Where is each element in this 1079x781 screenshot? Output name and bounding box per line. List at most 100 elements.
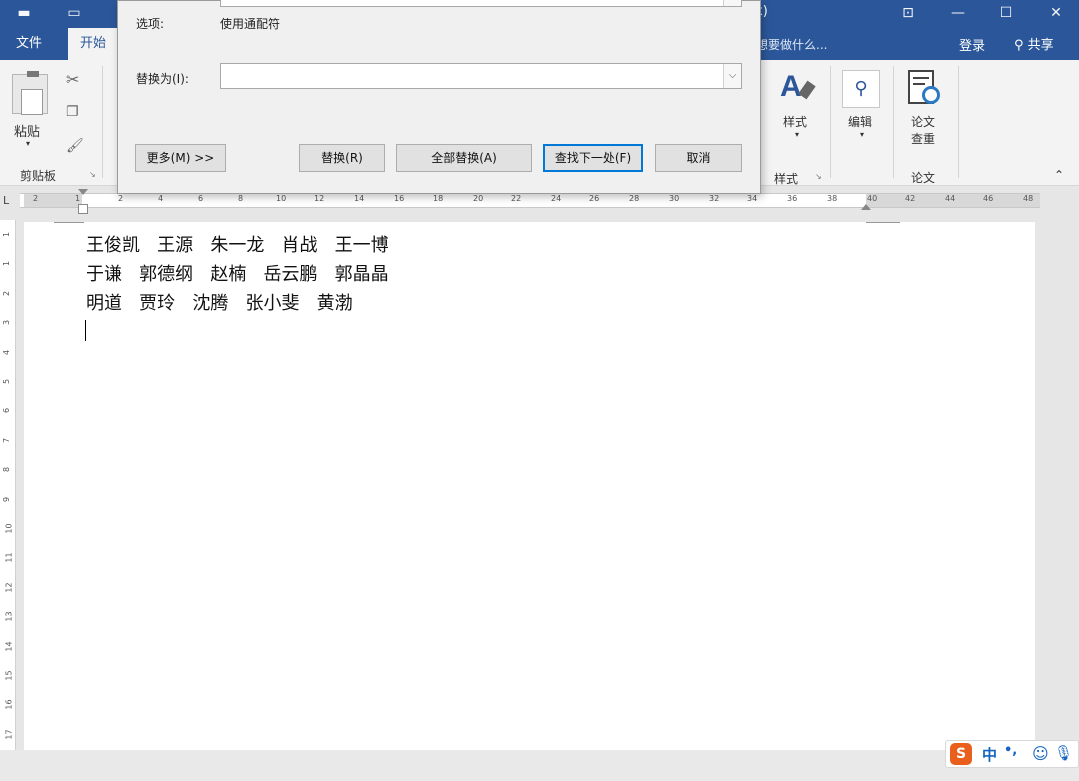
vruler-tick-label: 15: [4, 670, 14, 681]
paste-dropdown-icon[interactable]: ▾: [26, 139, 30, 148]
tell-me-box[interactable]: 想要做什么...: [756, 36, 827, 53]
ruler-tick-label: 20: [473, 194, 484, 203]
ruler-tick-label: 22: [511, 194, 522, 203]
styles-dropdown-icon[interactable]: ▾: [795, 130, 799, 139]
vruler-tick-label: 5: [2, 378, 12, 385]
replace-dropdown-icon[interactable]: ⌵: [723, 64, 741, 88]
format-painter-icon[interactable]: 🖌: [66, 138, 84, 154]
share-button[interactable]: ⚲ 共享: [1014, 34, 1054, 53]
vruler-tick-label: 9: [2, 496, 12, 502]
find-what-field[interactable]: [220, 0, 742, 7]
ruler-tick-label: 14: [354, 194, 365, 203]
open-icon[interactable]: ▭: [54, 0, 94, 26]
right-indent-marker[interactable]: [861, 204, 871, 210]
styles-button[interactable]: 样式: [783, 113, 807, 130]
edit-button[interactable]: 编辑: [848, 113, 872, 130]
margin-corner-mark: [866, 222, 900, 223]
ruler-tick-label: 48: [1023, 194, 1034, 203]
vruler-tick-label: 16: [4, 699, 14, 710]
group-separator: [958, 66, 959, 178]
ime-punct[interactable]: •,: [1004, 743, 1017, 758]
styles-launcher-icon[interactable]: ↘: [815, 172, 822, 181]
vruler-tick-label: 8: [2, 467, 12, 473]
search-icon[interactable]: ⚲: [842, 70, 880, 108]
vruler-tick-label: 13: [4, 611, 14, 622]
vruler-tick-label: 10: [4, 523, 14, 534]
vruler-tick-label: 1: [2, 231, 12, 238]
cut-icon[interactable]: ✂: [66, 70, 79, 89]
save-icon[interactable]: ▬: [4, 0, 44, 26]
group-separator: [102, 66, 103, 178]
share-label: 共享: [1027, 38, 1054, 53]
clipboard-launcher-icon[interactable]: ↘: [89, 170, 96, 179]
tab-home[interactable]: 开始: [68, 28, 119, 60]
emoji-icon[interactable]: ☺: [1032, 744, 1049, 763]
ruler-tick-label: 36: [787, 194, 798, 203]
ruler-tick-label: 26: [589, 194, 600, 203]
replace-all-button[interactable]: 全部替换(A): [396, 144, 532, 172]
ruler-tick-label: 44: [945, 194, 956, 203]
more-button[interactable]: 更多(M) >>: [135, 144, 226, 172]
vruler-tick-label: 1: [2, 261, 12, 267]
group-separator: [830, 66, 831, 178]
paper-check-icon[interactable]: [906, 70, 944, 110]
paper-check-label-1[interactable]: 论文: [911, 113, 935, 130]
text-cursor: [85, 320, 86, 341]
ruler-tick-label: 10: [276, 194, 287, 203]
options-label: 选项:: [136, 17, 165, 31]
clipboard-group-label: 剪贴板: [20, 169, 57, 183]
replace-dialog: 选项: 使用通配符 替换为(I): ⌵ 更多(M) >> 替换(R) 全部替换(…: [117, 0, 761, 194]
styles-icon[interactable]: A: [780, 70, 816, 108]
minimize-icon[interactable]: —: [938, 0, 978, 26]
microphone-icon[interactable]: 🎙: [1054, 744, 1073, 762]
document-line[interactable]: 王俊凯 王源 朱一龙 肖战 王一博: [86, 231, 389, 257]
document-line[interactable]: 于谦 郭德纲 赵楠 岳云鹏 郭晶晶: [86, 260, 389, 286]
tab-file[interactable]: 文件: [4, 28, 54, 60]
document-line[interactable]: 明道 贾玲 沈腾 张小斐 黄渤: [86, 289, 353, 315]
edit-dropdown-icon[interactable]: ▾: [860, 130, 864, 139]
ime-mode[interactable]: 中: [982, 744, 997, 765]
vruler-tick-label: 14: [4, 641, 14, 652]
ruler-tick-label: 24: [551, 194, 562, 203]
ribbon-display-icon[interactable]: ⊡: [888, 0, 928, 26]
vruler-tick-label: 17: [4, 729, 14, 740]
left-indent-marker[interactable]: [78, 204, 88, 214]
tab-selector-icon[interactable]: L: [3, 194, 9, 207]
vruler-tick-label: 3: [2, 320, 12, 326]
margin-corner-mark: [54, 222, 84, 223]
find-dropdown-icon[interactable]: [723, 0, 741, 6]
maximize-icon[interactable]: ☐: [986, 0, 1026, 26]
ruler-tick-label: 42: [905, 194, 916, 203]
copy-icon[interactable]: ❐: [66, 104, 79, 120]
group-separator: [893, 66, 894, 178]
replace-with-field[interactable]: ⌵: [220, 63, 742, 89]
ime-toolbar[interactable]: S 中 •, ☺ 🎙: [945, 740, 1079, 768]
styles-group-label: 样式: [774, 172, 799, 186]
clipboard-icon[interactable]: [12, 71, 48, 115]
ruler-tick-label: 16: [394, 194, 405, 203]
ruler-tick-label: 40: [867, 194, 878, 203]
person-icon: ⚲: [1014, 38, 1024, 53]
paste-button[interactable]: 粘贴: [14, 121, 40, 140]
collapse-ribbon-icon[interactable]: ⌃: [1054, 168, 1064, 182]
paper-check-label-2[interactable]: 查重: [911, 130, 935, 147]
ruler-tick-label: 2: [33, 194, 39, 203]
ruler-tick-label: 2: [118, 194, 124, 203]
ruler-tick-label: 18: [433, 194, 444, 203]
find-next-button[interactable]: 查找下一处(F): [543, 144, 643, 172]
status-bar: [0, 750, 1079, 781]
replace-with-label: 替换为(I):: [136, 72, 189, 86]
vruler-tick-label: 7: [2, 437, 12, 443]
vruler-tick-label: 12: [4, 582, 14, 593]
vruler-tick-label: 11: [4, 552, 14, 563]
vruler-tick-label: 6: [2, 408, 12, 414]
ruler-tick-label: 34: [747, 194, 758, 203]
close-icon[interactable]: ✕: [1036, 0, 1076, 26]
ime-logo-icon[interactable]: S: [950, 743, 972, 765]
replace-button[interactable]: 替换(R): [299, 144, 385, 172]
ruler-tick-label: 30: [669, 194, 680, 203]
paper-group-label: 论文: [911, 171, 936, 185]
ruler-tick-label: 4: [158, 194, 164, 203]
cancel-button[interactable]: 取消: [655, 144, 742, 172]
login-link[interactable]: 登录: [959, 35, 985, 54]
